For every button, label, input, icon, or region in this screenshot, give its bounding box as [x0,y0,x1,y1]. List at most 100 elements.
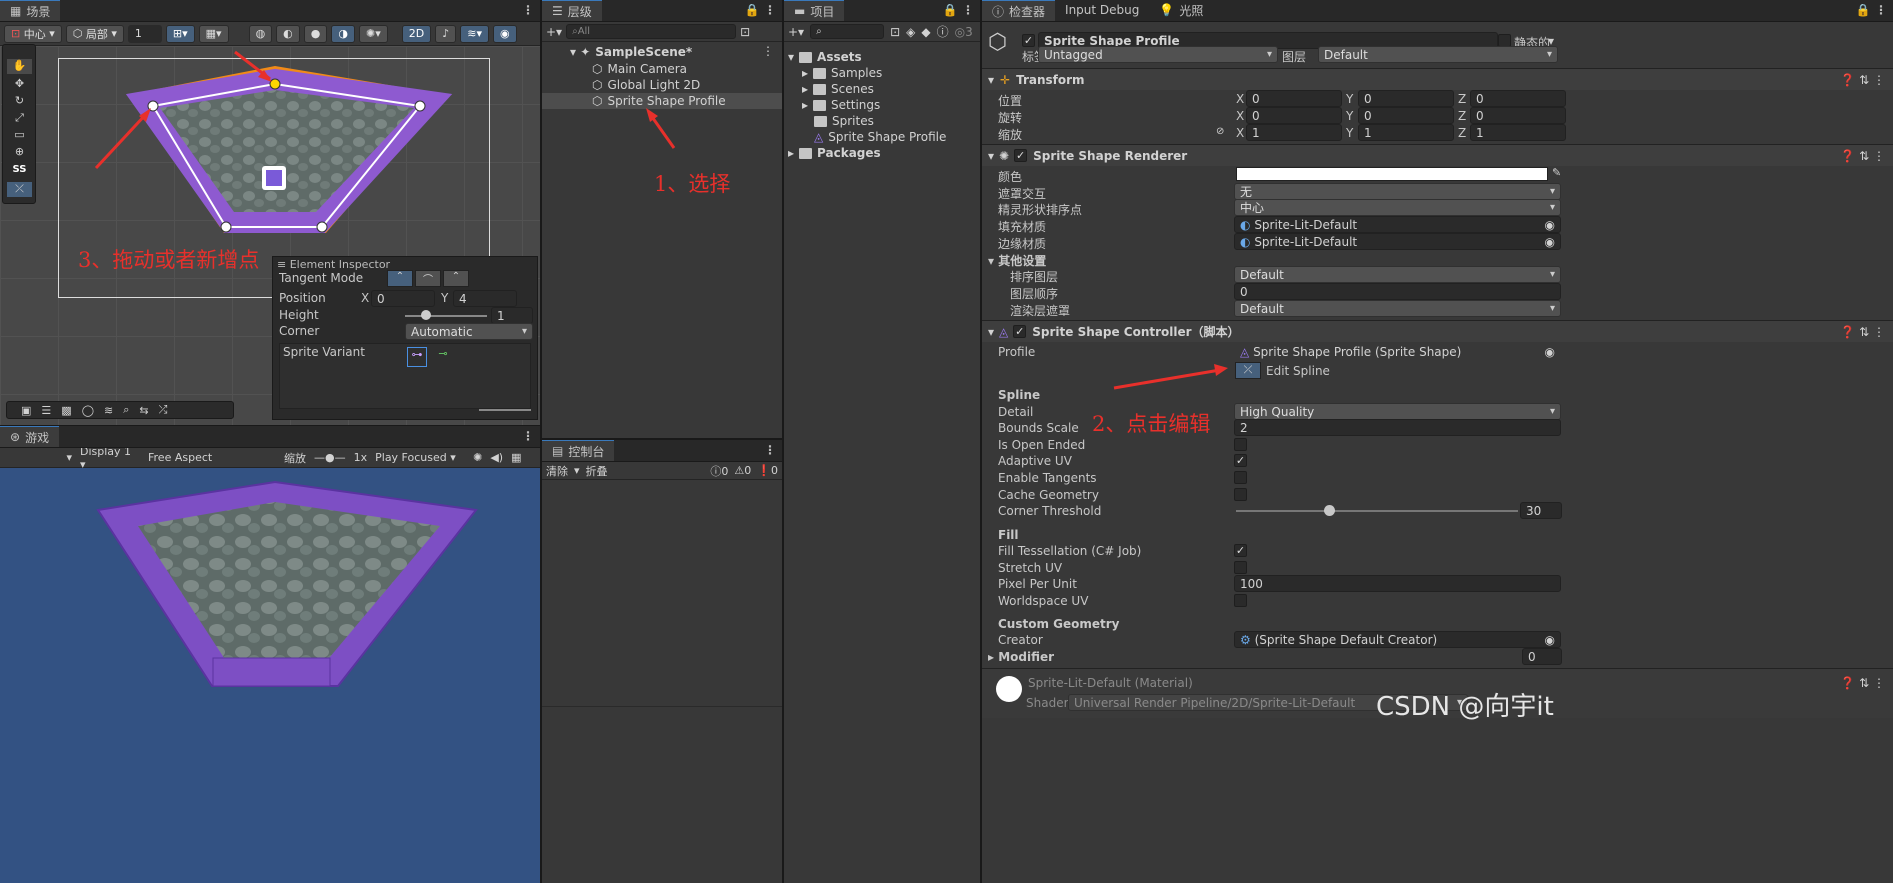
material-name[interactable]: Sprite-Lit-Default (Material) [1028,676,1193,690]
game-menu-icon[interactable]: ⋮ [522,429,534,443]
hierarchy-search-input[interactable]: ⌕ All [566,24,737,39]
draw-mode-icon[interactable]: ◍ [248,24,273,43]
move-tool-icon[interactable]: ✥ [7,77,32,92]
warning-count[interactable]: ⚠0 [734,464,751,477]
shading-icon[interactable]: ◐ [276,24,300,43]
object-picker-icon[interactable]: ◉ [1545,235,1555,249]
add-icon[interactable]: +▾ [546,25,562,39]
zoom-icon[interactable]: ⌕ [123,403,129,417]
grid-paint-icon[interactable]: ▩ [61,404,71,417]
clear-dropdown-icon[interactable]: ▾ [574,464,580,477]
constrain-scale-icon[interactable]: ⊘ [1216,126,1224,137]
scene-menu-icon[interactable]: ⋮ [522,3,534,17]
tab-scene[interactable]: ▦ 场景 [0,0,61,21]
object-picker-icon[interactable]: ◉ [1545,218,1555,232]
tangent-linear-button[interactable]: ⌃ [387,270,413,287]
fill-tess-checkbox[interactable]: ✓ [1234,544,1247,557]
transform-tool-icon[interactable]: ⊕ [7,145,32,160]
pos-x-field[interactable]: 0 [1246,90,1342,107]
position-x-field[interactable]: 0 [371,290,435,307]
scene-root[interactable]: ▾ ✦ SampleScene* [570,44,692,60]
mask-dropdown[interactable]: 无 [1234,183,1561,200]
rect-select-icon[interactable]: ▣ [21,404,31,417]
aspect-dropdown[interactable]: Free Aspect [148,451,276,464]
tangent-continuous-button[interactable]: ⌒ [415,270,441,287]
component-menu-icon[interactable]: ❓ ⇅ ⋮ [1840,325,1885,339]
profile-field[interactable]: ◬ Sprite Shape Profile (Sprite Shape) ◉ [1234,343,1561,360]
corner-threshold-field[interactable]: 30 [1520,502,1562,519]
2d-toggle-button[interactable]: 2D [401,24,432,43]
assets-root[interactable]: ▾ Assets [788,49,862,65]
stats-icon[interactable]: ▦ [511,451,521,464]
height-field[interactable]: 1 [491,307,533,324]
object-picker-icon[interactable]: ◉ [1545,633,1555,647]
tab-game[interactable]: ⊛ 游戏 [0,426,60,447]
scale-slider[interactable]: —●— [314,451,346,464]
grid-size-field[interactable]: 1 [127,24,162,43]
stretch-uv-checkbox[interactable] [1234,561,1247,574]
hand-tool-icon[interactable]: ✋ [7,59,32,74]
layers-icon[interactable]: ≋▾ [460,24,489,43]
scene-viewport[interactable]: 3、拖动或者新增点 ✋ ✥ ↻ ⤢ ▭ ⊕ SS ⤫ ▣ ☰ ▩ ◯ ≋ ⌕ ⇆ ⤮ ≡ El… [0,44,540,425]
enable-tangents-checkbox[interactable] [1234,471,1247,484]
clear-button[interactable]: 清除 [546,463,568,479]
hierarchy-item[interactable]: ⬡ Global Light 2D [592,77,700,93]
lighting-icon[interactable]: ● [303,24,328,43]
packages-root[interactable]: ▸ Packages [788,145,881,161]
grid-snap-button[interactable]: ⊞▾ [165,24,195,43]
pos-z-field[interactable]: 0 [1470,90,1566,107]
ss-tool-button[interactable]: SS [7,164,32,179]
tab-inspector[interactable]: ⓘ 检查器 [982,0,1056,21]
play-mode-dropdown[interactable]: Play Focused ▾ [375,451,465,464]
inspector-menu-icon[interactable]: 🔒 ⋮ [1856,3,1887,17]
hierarchy-menu-icon[interactable]: 🔒 ⋮ [745,3,776,17]
spline-tool-icon[interactable]: ⤫ [7,182,32,197]
controller-header[interactable]: ▾ ◬ ✓ Sprite Shape Controller（脚本） ❓ ⇅ ⋮ [982,320,1893,342]
grid-toggle-button[interactable]: ▦▾ [198,24,229,43]
search-options-icon[interactable]: ⊡ [740,25,750,39]
height-slider-thumb[interactable] [421,310,431,320]
info-icon[interactable]: ⓘ [937,23,949,40]
render-mask-dropdown[interactable]: Default [1234,300,1561,317]
project-add-icon[interactable]: +▾ [788,25,804,39]
rot-x-field[interactable]: 0 [1246,107,1342,124]
component-menu-icon[interactable]: ❓ ⇅ ⋮ [1840,73,1885,87]
scl-y-field[interactable]: 1 [1358,124,1454,141]
project-folder[interactable]: ▸ Scenes [802,81,874,97]
rotate-tool-icon[interactable]: ↻ [7,94,32,109]
layer-dropdown[interactable]: Default [1318,46,1558,63]
height-slider-track[interactable] [405,315,487,317]
color-swatch[interactable] [1236,167,1548,181]
edit-spline-icon-button[interactable]: ⤫ [1235,362,1261,379]
adaptive-uv-checkbox[interactable]: ✓ [1234,454,1247,467]
cache-geometry-checkbox[interactable] [1234,488,1247,501]
game-view-dropdown[interactable]: ▾ [4,451,72,464]
tab-lighting[interactable]: 💡 光照 [1149,0,1213,21]
sorting-layer-dropdown[interactable]: Default [1234,266,1561,283]
ppu-field[interactable]: 100 [1234,575,1561,592]
project-search-input[interactable]: ⌕ [810,24,885,39]
modifier-foldout[interactable]: ▸ Modifier [988,650,1054,664]
corner-dropdown[interactable]: Automatic [405,323,533,340]
audio-icon[interactable]: ♪ [435,24,457,43]
tag-dropdown[interactable]: Untagged [1038,46,1278,63]
tab-input-debug[interactable]: Input Debug [1055,0,1149,21]
project-asset[interactable]: ◬ Sprite Shape Profile [814,129,946,145]
align-icon[interactable]: ☰ [41,404,51,417]
layers-tool-icon[interactable]: ≋ [104,404,113,417]
project-folder[interactable]: ▸ Settings [802,97,880,113]
space-dropdown[interactable]: ⬡ 局部 ▾ [65,24,124,43]
rect-tool-icon[interactable]: ▭ [7,128,32,143]
error-count[interactable]: ⓘ0 [710,463,728,479]
scene-root-menu-icon[interactable]: ⋮ [762,44,774,58]
shuffle-icon[interactable]: ⤮ [159,403,168,417]
renderer-header[interactable]: ▾ ✺ ✓ Sprite Shape Renderer ❓ ⇅ ⋮ [982,144,1893,166]
other-settings-foldout[interactable]: ▾ 其他设置 [988,252,1046,269]
visibility-icon[interactable]: ◉ [493,24,517,43]
eyedropper-icon[interactable]: ✎ [1552,166,1561,179]
bounds-scale-field[interactable]: 2 [1234,419,1561,436]
filter-type-icon[interactable]: ⊡ [890,25,900,39]
material-menu-icon[interactable]: ❓ ⇅ ⋮ [1840,676,1885,690]
edge-material-field[interactable]: ◐ Sprite-Lit-Default ◉ [1234,233,1561,250]
tangent-broken-button[interactable]: ⌃ [443,270,469,287]
